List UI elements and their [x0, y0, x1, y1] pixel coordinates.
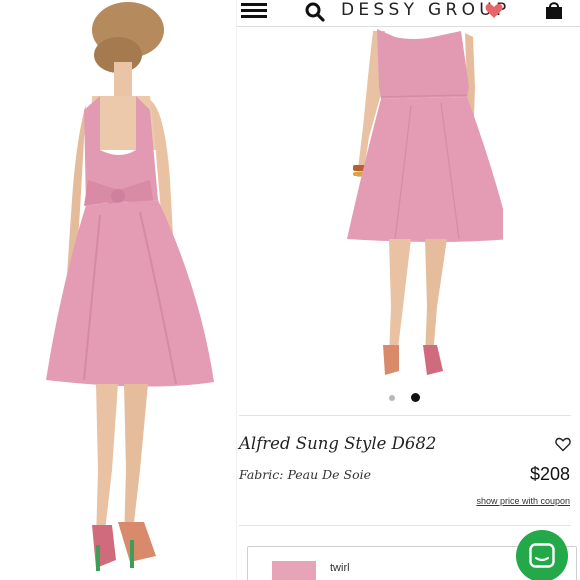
shopping-bag-icon[interactable]	[545, 1, 563, 20]
coupon-price-link[interactable]: show price with coupon	[476, 496, 570, 506]
product-page: DESSY GROUP Alfred Sung Style D682 Fabri…	[237, 0, 580, 580]
product-price: $208	[529, 464, 570, 484]
site-header: DESSY GROUP	[237, 0, 580, 27]
wishlist-heart-icon[interactable]	[555, 437, 571, 452]
carousel-dot-1[interactable]	[389, 395, 395, 401]
hamburger-menu-icon[interactable]	[241, 3, 267, 19]
product-title: Alfred Sung Style D682	[239, 434, 437, 453]
back-view-dress-illustration	[46, 2, 214, 571]
image-carousel-indicator	[385, 393, 425, 403]
back-view-photo	[0, 0, 236, 580]
selected-color-name: twirl	[330, 562, 350, 574]
color-swatch	[272, 561, 316, 580]
section-divider	[239, 525, 571, 526]
chat-button[interactable]	[516, 530, 568, 580]
product-front-photo[interactable]	[333, 27, 503, 387]
section-divider	[239, 415, 571, 416]
heart-icon[interactable]	[485, 3, 503, 19]
carousel-dot-2-active[interactable]	[411, 393, 420, 402]
fabric-info: Fabric: Peau De Soie	[239, 467, 372, 482]
chat-bubble-icon	[529, 543, 555, 568]
search-icon[interactable]	[305, 2, 325, 22]
